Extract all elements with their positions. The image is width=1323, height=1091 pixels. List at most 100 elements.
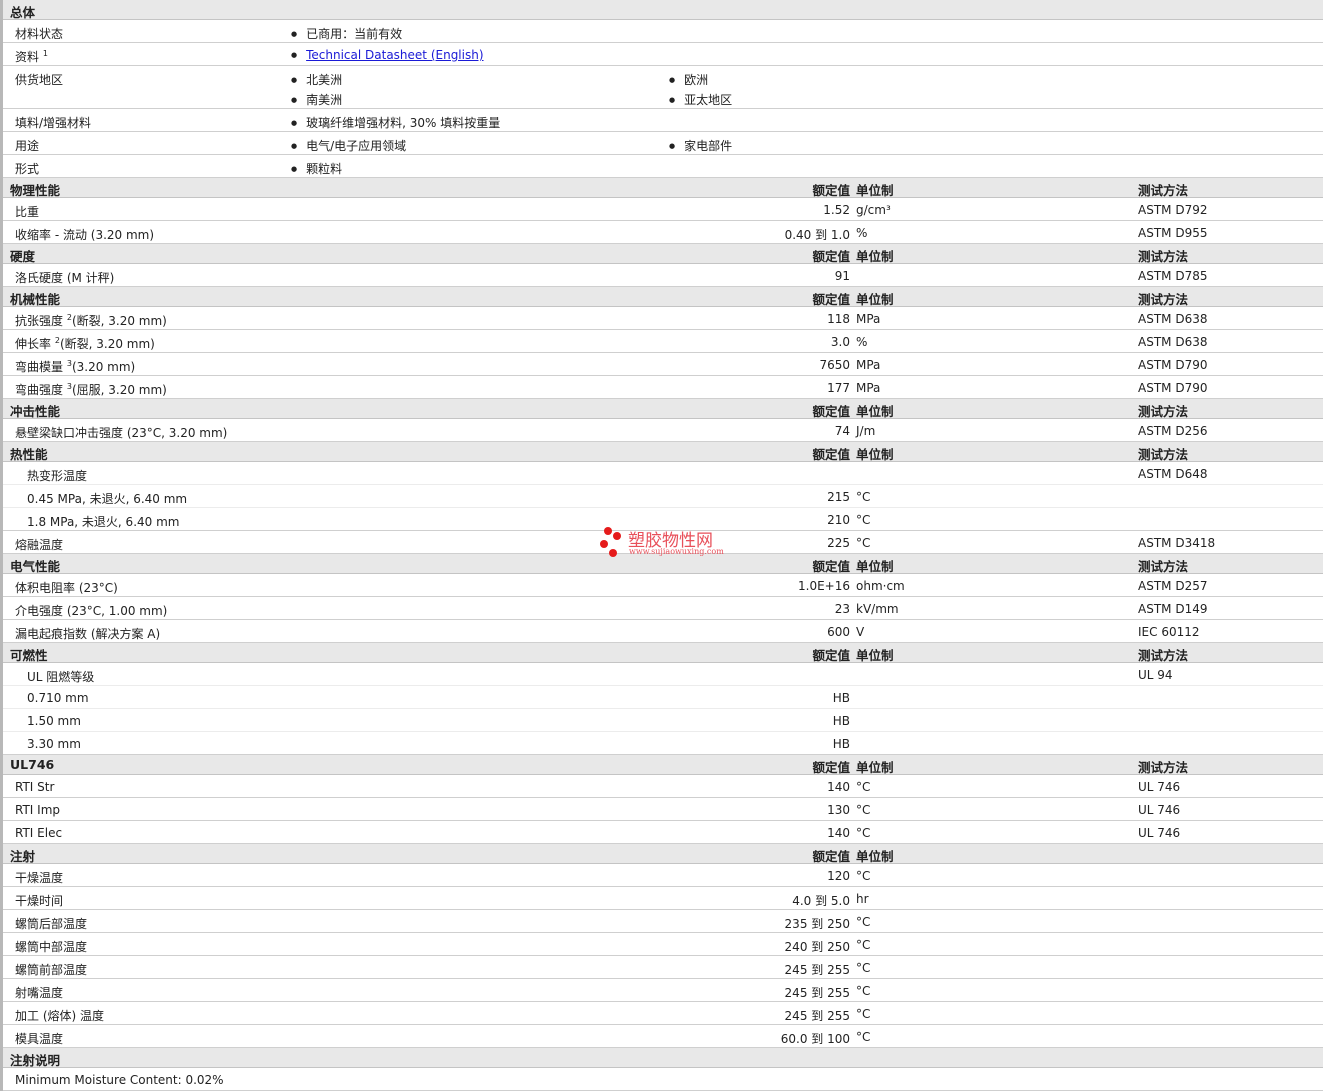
- property-value: 23: [834, 602, 850, 616]
- property-row: 弯曲强度 3(屈服, 3.20 mm) 177 MPa ASTM D790: [3, 376, 1323, 399]
- test-method: UL 746: [1138, 803, 1181, 817]
- general-row: 供货地区 北美洲 欧洲南美洲 亚太地区: [3, 66, 1323, 109]
- property-row: 体积电阻率 (23°C) 1.0E+16 ohm·cm ASTM D257: [3, 574, 1323, 597]
- property-label: 螺筒后部温度: [15, 915, 87, 932]
- section-title: 注射: [10, 849, 36, 864]
- property-unit: %: [856, 226, 868, 240]
- property-unit: °C: [856, 984, 871, 998]
- value-header: 额定值: [812, 183, 850, 198]
- property-unit: °C: [856, 1030, 871, 1044]
- property-unit: °C: [856, 915, 871, 929]
- property-unit: °C: [856, 490, 871, 504]
- item-text: 颗粒料: [306, 162, 343, 176]
- method-header: 测试方法: [1138, 648, 1189, 663]
- property-value: 7650: [819, 358, 850, 372]
- property-value: 1.52: [823, 203, 850, 217]
- property-value: 91: [834, 269, 850, 283]
- property-row: 加工 (熔体) 温度 245 到 255 °C: [3, 1002, 1323, 1025]
- property-label: 悬壁梁缺口冲击强度 (23°C, 3.20 mm): [15, 424, 227, 441]
- label-text: 加工 (熔体) 温度: [15, 1009, 104, 1023]
- property-row: 模具温度 60.0 到 100 °C: [3, 1025, 1323, 1048]
- property-label: 螺筒中部温度: [15, 938, 87, 955]
- label-text: 螺筒后部温度: [15, 917, 88, 931]
- label-text: 1.8 MPa, 未退火, 6.40 mm: [27, 515, 180, 529]
- property-label: 收缩率 - 流动 (3.20 mm): [15, 226, 154, 243]
- property-value: 4.0 到 5.0: [792, 894, 850, 908]
- section-header: 物理性能 额定值 单位制 测试方法: [3, 178, 1323, 198]
- general-row: 资料 1 Technical Datasheet (English): [3, 43, 1323, 66]
- list-item: 已商用：当前有效: [291, 25, 402, 42]
- property-unit: °C: [856, 513, 871, 527]
- property-label: 弯曲模量 3(3.20 mm): [15, 358, 135, 375]
- label-text: 弯曲强度: [15, 383, 64, 397]
- property-label: 抗张强度 2(断裂, 3.20 mm): [15, 312, 167, 329]
- property-label: 0.45 MPa, 未退火, 6.40 mm: [27, 490, 187, 507]
- property-value: 235 到 250: [784, 917, 850, 931]
- value-header: 额定值: [812, 404, 850, 419]
- property-label: 漏电起痕指数 (解决方案 A): [15, 625, 160, 642]
- section-title: UL746: [10, 757, 55, 772]
- general-row: 用途 电气/电子应用领域 家电部件: [3, 132, 1323, 155]
- label-text: RTI Str: [15, 780, 55, 794]
- property-unit: %: [856, 335, 868, 349]
- property-row: 螺筒前部温度 245 到 255 °C: [3, 956, 1323, 979]
- item-text: 已商用：当前有效: [306, 27, 403, 41]
- property-unit: g/cm³: [856, 203, 891, 217]
- test-method: UL 94: [1138, 668, 1173, 682]
- label-text: 抗张强度: [15, 314, 64, 328]
- item-text: 玻璃纤维增强材料, 30% 填料按重量: [306, 116, 501, 130]
- property-label: 干燥温度: [15, 869, 63, 886]
- property-label: 熔融温度: [15, 536, 63, 553]
- label-text: 螺筒中部温度: [15, 940, 88, 954]
- section-title: 电气性能: [10, 559, 61, 574]
- property-value: HB: [832, 691, 850, 705]
- section-title: 物理性能: [10, 183, 61, 198]
- label-text: 0.45 MPa, 未退火, 6.40 mm: [27, 492, 188, 506]
- sub-row: 1.50 mm HB: [3, 709, 1323, 732]
- label-condition: (3.20 mm): [71, 360, 136, 374]
- property-label: RTI Str: [15, 780, 54, 794]
- property-row: 干燥温度 120 °C: [3, 864, 1323, 887]
- label-condition: (断裂, 3.20 mm): [59, 337, 155, 351]
- label-text: 形式: [15, 162, 40, 176]
- section-header-general: 总体: [3, 0, 1323, 20]
- label-text: 干燥时间: [15, 894, 64, 908]
- section-header: 硬度 额定值 单位制 测试方法: [3, 244, 1323, 264]
- label-text: 供货地区: [15, 73, 64, 87]
- sub-row: 0.710 mm HB: [3, 686, 1323, 709]
- property-label: 1.8 MPa, 未退火, 6.40 mm: [27, 513, 179, 530]
- property-value: 215: [827, 490, 850, 504]
- property-row: 干燥时间 4.0 到 5.0 hr: [3, 887, 1323, 910]
- property-row: 弯曲模量 3(3.20 mm) 7650 MPa ASTM D790: [3, 353, 1323, 376]
- section-header: 热性能 额定值 单位制 测试方法: [3, 442, 1323, 462]
- test-method: UL 746: [1138, 826, 1181, 840]
- property-unit: °C: [856, 869, 871, 883]
- list-item: 亚太地区: [669, 91, 732, 108]
- item-text: 南美洲: [306, 93, 343, 107]
- label-text: 3.30 mm: [27, 737, 81, 751]
- link-item: Technical Datasheet (English): [291, 48, 483, 62]
- property-row: 抗张强度 2(断裂, 3.20 mm) 118 MPa ASTM D638: [3, 307, 1323, 330]
- label-text: 射嘴温度: [15, 986, 64, 1000]
- row-label: 形式: [15, 160, 39, 177]
- label-text: 漏电起痕指数 (解决方案 A): [15, 627, 161, 641]
- property-row: 悬壁梁缺口冲击强度 (23°C, 3.20 mm) 74 J/m ASTM D256: [3, 419, 1323, 442]
- method-header: 测试方法: [1138, 447, 1189, 462]
- property-label: 螺筒前部温度: [15, 961, 87, 978]
- test-method: ASTM D648: [1138, 467, 1208, 481]
- property-row: 洛氏硬度 (M 计秤) 91 ASTM D785: [3, 264, 1323, 287]
- property-row: 螺筒中部温度 240 到 250 °C: [3, 933, 1323, 956]
- section-header: 冲击性能 额定值 单位制 测试方法: [3, 399, 1323, 419]
- test-method: ASTM D256: [1138, 424, 1208, 438]
- property-value: 1.0E+16: [798, 579, 850, 593]
- datasheet-link[interactable]: Technical Datasheet (English): [306, 48, 483, 62]
- label-text: 0.710 mm: [27, 691, 89, 705]
- test-method: ASTM D3418: [1138, 536, 1216, 550]
- property-row: 伸长率 2(断裂, 3.20 mm) 3.0% ASTM D638: [3, 330, 1323, 353]
- label-text: 材料状态: [15, 27, 64, 41]
- list-item: 电气/电子应用领域: [291, 137, 406, 154]
- watermark-url: www.sujiaowuxing.com: [629, 547, 724, 556]
- property-value: 245 到 255: [784, 986, 850, 1000]
- property-row: 收缩率 - 流动 (3.20 mm) 0.40 到 1.0% ASTM D955: [3, 221, 1323, 244]
- section-title: 总体: [10, 5, 36, 20]
